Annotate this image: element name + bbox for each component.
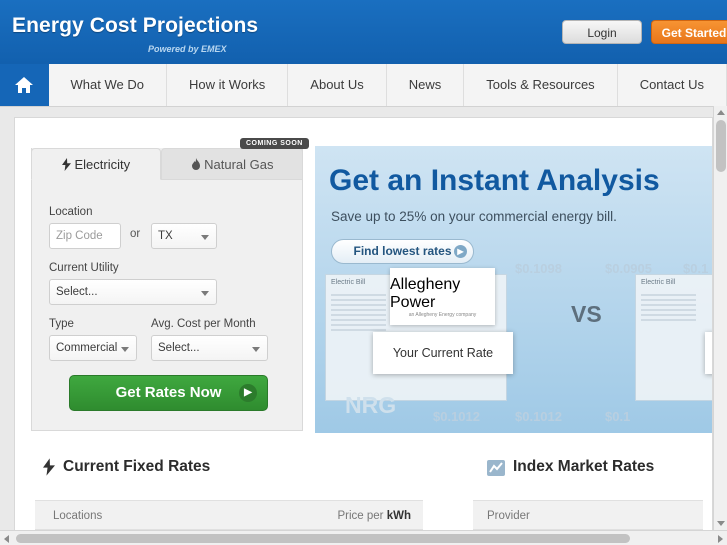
get-rates-now-button[interactable]: Get Rates Now ▶	[69, 375, 268, 411]
coming-soon-badge: COMING SOON	[240, 138, 309, 149]
provider-logo-name: Allegheny Power	[390, 275, 461, 311]
ghost-price: $0.1	[605, 409, 631, 424]
bill-right-lines	[641, 294, 696, 324]
tab-electricity-label: Electricity	[74, 157, 131, 172]
get-started-button[interactable]: Get Started	[651, 20, 727, 44]
nrg-watermark: NRG	[345, 392, 397, 418]
nav-item-news[interactable]: News	[387, 64, 465, 106]
quote-form-tabs: Electricity Natural Gas	[31, 148, 303, 180]
site-brand: Energy Cost Projections	[12, 14, 259, 37]
type-select[interactable]: Commercial	[49, 335, 137, 361]
or-label: or	[130, 228, 141, 240]
estimate-card: Estimate	[705, 332, 712, 374]
chevron-down-icon	[201, 235, 209, 240]
vs-label: VS	[571, 301, 602, 327]
nav-item-tools-resources[interactable]: Tools & Resources	[464, 64, 618, 106]
horizontal-scrollbar[interactable]	[0, 530, 727, 545]
scroll-down-icon[interactable]	[717, 521, 725, 526]
type-value: Commercial	[56, 342, 118, 354]
provider-logo-card: Allegheny Power an Allegheny Energy comp…	[390, 268, 495, 325]
vertical-scrollbar[interactable]	[713, 106, 727, 530]
ghost-price: $0.1098	[515, 261, 562, 276]
state-select-value: TX	[158, 230, 173, 242]
scroll-left-icon[interactable]	[4, 535, 9, 543]
arrow-right-icon: ▶	[454, 245, 467, 258]
chevron-down-icon	[201, 291, 209, 296]
current-utility-label: Current Utility	[49, 262, 119, 274]
index-rates-table-header: Provider	[473, 500, 703, 530]
column-locations: Locations	[53, 510, 103, 522]
nav-item-about-us[interactable]: About Us	[288, 64, 387, 106]
chevron-down-icon	[252, 347, 260, 352]
browser-viewport: Energy Cost Projections Powered by EMEX …	[0, 0, 727, 545]
your-current-rate-card: Your Current Rate	[373, 332, 513, 374]
bill-right-label: Electric Bill	[641, 279, 676, 286]
avg-cost-select[interactable]: Select...	[151, 335, 268, 361]
bolt-icon	[61, 157, 75, 172]
type-label: Type	[49, 318, 74, 330]
bill-left-lines	[331, 294, 386, 334]
arrow-right-icon: ▶	[239, 384, 257, 402]
home-icon	[14, 76, 34, 94]
location-label: Location	[49, 206, 93, 218]
index-rates-title: Index Market Rates	[513, 458, 655, 475]
find-lowest-rates-label: Find lowest rates	[353, 244, 452, 258]
avg-cost-value: Select...	[158, 342, 200, 354]
flame-icon	[191, 157, 205, 172]
provider-logo-tagline: an Allegheny Energy company	[408, 311, 477, 318]
column-price-per-kwh: Price per kWh	[337, 510, 412, 522]
scroll-up-icon[interactable]	[717, 110, 725, 115]
nav-item-how-it-works[interactable]: How it Works	[167, 64, 289, 106]
page-content: COMING SOON Electricity Natural Gas Loca…	[14, 117, 713, 531]
fixed-rates-title: Current Fixed Rates	[63, 458, 211, 475]
hero-subtitle: Save up to 25% on your commercial energy…	[331, 209, 617, 224]
hero-title: Get an Instant Analysis	[329, 164, 660, 197]
zip-code-input[interactable]: Zip Code	[49, 223, 121, 249]
tab-natural-gas-label: Natural Gas	[204, 157, 274, 172]
nav-item-contact-us[interactable]: Contact Us	[618, 64, 727, 106]
bolt-icon	[43, 458, 55, 476]
chart-icon	[487, 460, 505, 476]
site-header: Energy Cost Projections Powered by EMEX …	[0, 0, 727, 64]
nav-home-button[interactable]	[0, 64, 49, 106]
avg-cost-label: Avg. Cost per Month	[151, 318, 256, 330]
find-lowest-rates-button[interactable]: Find lowest rates ▶	[331, 239, 474, 264]
column-provider: Provider	[487, 510, 530, 522]
ghost-price: $0.1012	[433, 409, 480, 424]
ghost-price: $0.1012	[515, 409, 562, 424]
tab-electricity[interactable]: Electricity	[31, 148, 161, 180]
tab-natural-gas[interactable]: Natural Gas	[161, 148, 303, 180]
powered-by-label: Powered by EMEX	[148, 44, 227, 54]
nav-item-what-we-do[interactable]: What We Do	[49, 64, 167, 106]
current-utility-select[interactable]: Select...	[49, 279, 217, 305]
chevron-down-icon	[121, 347, 129, 352]
get-rates-now-label: Get Rates Now	[115, 384, 222, 401]
current-utility-value: Select...	[56, 286, 98, 298]
scroll-right-icon[interactable]	[718, 535, 723, 543]
horizontal-scroll-thumb[interactable]	[16, 534, 630, 543]
bill-left-label: Electric Bill	[331, 279, 366, 286]
hero-banner: Get an Instant Analysis Save up to 25% o…	[315, 146, 712, 433]
state-select[interactable]: TX	[151, 223, 217, 249]
login-button[interactable]: Login	[562, 20, 642, 44]
main-nav: What We Do How it Works About Us News To…	[0, 64, 727, 107]
fixed-rates-table-header: Locations Price per kWh	[35, 500, 423, 530]
vertical-scroll-thumb[interactable]	[716, 120, 726, 172]
